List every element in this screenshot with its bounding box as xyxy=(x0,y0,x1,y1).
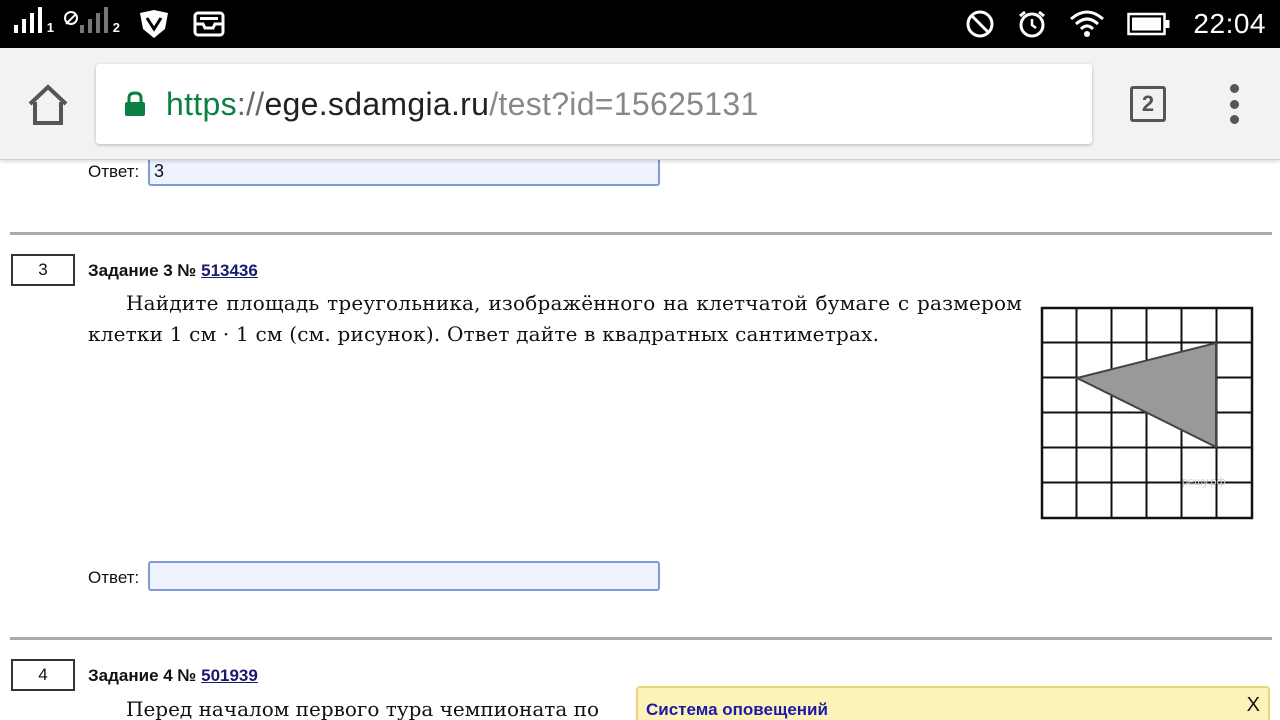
task4-number-box: 4 xyxy=(11,659,75,691)
grid-triangle-figure: решу.рф xyxy=(1040,306,1254,520)
task3-heading-text: Задание 3 № xyxy=(88,261,202,280)
signal-icon: 1 xyxy=(14,7,54,39)
task4-heading: Задание 4 № 501939 xyxy=(88,666,258,686)
battery-icon xyxy=(1127,12,1170,36)
page-content: Ответ: 3 3 Задание 3 № 513436 Найдите пл… xyxy=(0,160,1280,720)
notification-title: Система оповещений xyxy=(646,700,828,719)
url-path: /test?id=15625131 xyxy=(489,85,759,122)
figure-watermark: решу.рф xyxy=(1182,476,1226,488)
shield-icon xyxy=(140,10,168,38)
notification-close-button[interactable]: X xyxy=(1247,694,1260,717)
address-bar[interactable]: https://ege.sdamgia.ru/test?id=15625131 xyxy=(96,64,1092,144)
task3-text: Найдите площадь треугольника, изображённ… xyxy=(88,291,1022,346)
clock: 22:04 xyxy=(1193,8,1266,39)
no-signal-icon: 2 xyxy=(64,7,120,39)
task3-id-link[interactable]: 513436 xyxy=(201,261,258,280)
status-bar: 1 2 22:04 xyxy=(0,0,1280,48)
answer-label: Ответ: xyxy=(88,162,140,181)
divider xyxy=(10,232,1272,235)
task3-number-box: 3 xyxy=(11,254,75,286)
url-host: ege.sdamgia.ru xyxy=(264,85,490,122)
home-icon[interactable] xyxy=(24,82,72,128)
tab-switcher-button[interactable]: 2 xyxy=(1130,86,1166,122)
task4-id-link[interactable]: 501939 xyxy=(201,666,258,685)
overflow-menu-icon[interactable] xyxy=(1222,84,1246,124)
inbox-icon xyxy=(193,11,225,37)
wifi-icon xyxy=(1070,10,1105,37)
sim2-label: 2 xyxy=(112,20,120,35)
do-not-disturb-icon xyxy=(966,10,994,38)
divider xyxy=(10,637,1272,640)
notification-banner[interactable]: Система оповещений X xyxy=(636,686,1270,720)
url-scheme: https xyxy=(166,85,237,122)
url-text[interactable]: https://ege.sdamgia.ru/test?id=15625131 xyxy=(166,86,759,123)
status-left: 1 2 xyxy=(14,0,226,48)
answer-label: Ответ: xyxy=(88,568,140,587)
alarm-icon xyxy=(1019,10,1046,38)
sim1-label: 1 xyxy=(46,20,54,35)
browser-toolbar: https://ege.sdamgia.ru/test?id=15625131 … xyxy=(0,48,1280,160)
task3-answer-input[interactable] xyxy=(148,561,660,591)
lock-icon xyxy=(125,91,145,116)
status-right: 22:04 xyxy=(965,0,1266,48)
task4-heading-text: Задание 4 № xyxy=(88,666,202,685)
task2-answer-input[interactable]: 3 xyxy=(148,160,660,186)
task3-heading: Задание 3 № 513436 xyxy=(88,261,258,281)
url-separator: :// xyxy=(236,85,265,122)
